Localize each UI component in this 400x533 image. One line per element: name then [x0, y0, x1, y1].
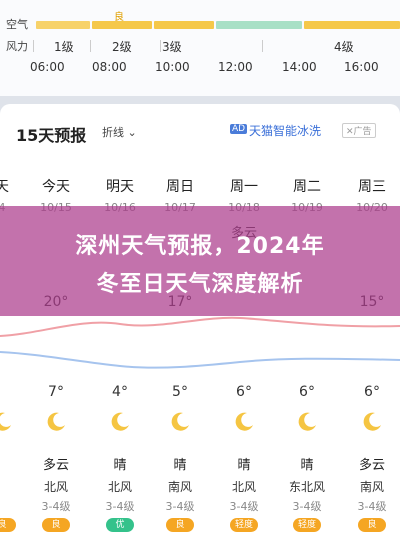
night-condition: 多云 — [358, 458, 385, 473]
aqi-bar — [154, 21, 214, 29]
hour-label: 12:00 — [218, 60, 253, 74]
moon-icon — [363, 412, 381, 431]
hour-label: 06:00 — [30, 60, 65, 74]
low-temp: 4° — [112, 384, 128, 400]
hour-label: 14:00 — [282, 60, 317, 74]
aqi-bar — [216, 21, 302, 29]
wind-level: 4级 — [334, 40, 354, 54]
night-condition: 晴 — [237, 458, 251, 473]
moon-icon — [0, 412, 11, 431]
moon-icon — [111, 412, 129, 431]
wind-direction: 北风 — [43, 480, 68, 494]
low-temp: 6° — [236, 384, 252, 400]
hourly-card: 空气 风力 良 1级 2级 3级 4级 06:00 08:00 10:00 12… — [0, 0, 400, 96]
air-quality-badge: 良 — [42, 518, 70, 532]
low-temp-line — [0, 351, 400, 369]
wind-level: 2级 — [112, 40, 132, 54]
wind-direction: 北风 — [231, 480, 256, 494]
air-quality-badge: 良 — [358, 518, 386, 532]
wind-level: 3-4级 — [229, 500, 259, 513]
wind-level: 3-4级 — [105, 500, 135, 513]
wind-direction: 南风 — [359, 480, 384, 494]
day-name: 周二 — [293, 179, 321, 195]
tick — [262, 40, 263, 52]
day-name: 周一 — [230, 179, 258, 195]
wind-direction: 南风 — [167, 480, 192, 494]
banner-title-line2: 冬至日天气深度解析 — [96, 272, 304, 297]
wind-level: 3-4级 — [292, 500, 322, 513]
day-name: 明天 — [106, 179, 134, 195]
low-temp: 6° — [299, 384, 315, 400]
wind-direction: 东北风 — [288, 480, 325, 494]
air-quality-badge: 优 — [106, 518, 134, 532]
tick — [160, 40, 161, 52]
wind-level: 3-4级 — [41, 500, 71, 513]
night-condition: 晴 — [300, 458, 314, 473]
wind-level: 3-4级 — [165, 500, 195, 513]
night-condition: 晴 — [113, 458, 127, 473]
high-temp-line — [0, 316, 400, 337]
aqi-bar — [304, 21, 400, 29]
moon-icon — [298, 412, 316, 431]
air-quality-badge: 轻度 — [293, 518, 321, 532]
forecast-card: 15天预报 折线 ⌄ AD 天猫智能冰洗 ✕广告 天4良今天10/1520°7°… — [0, 104, 400, 533]
moon-icon — [235, 412, 253, 431]
air-quality-badge: 良 — [166, 518, 194, 532]
tick — [33, 40, 34, 52]
aqi-bar — [92, 21, 152, 29]
air-quality-badge: 良 — [0, 518, 16, 532]
moon-icon — [171, 412, 189, 431]
wind-row-label: 风力 — [6, 40, 28, 53]
low-temp: 6° — [364, 384, 380, 400]
night-condition: 多云 — [42, 458, 69, 473]
aqi-bar — [36, 21, 90, 29]
low-temp: 5° — [172, 384, 188, 400]
banner-title-line1: 深州天气预报，2024年 — [75, 234, 325, 259]
hour-label: 10:00 — [155, 60, 190, 74]
air-quality-badge: 轻度 — [230, 518, 258, 532]
day-name: 今天 — [42, 179, 70, 195]
headline-banner: 深州天气预报，2024年 冬至日天气深度解析 — [0, 206, 400, 316]
moon-icon — [47, 412, 65, 431]
wind-level: 1级 — [54, 40, 74, 54]
wind-level: 3-4级 — [357, 500, 387, 513]
day-name: 周日 — [166, 179, 194, 195]
tick — [90, 40, 91, 52]
hour-label: 08:00 — [92, 60, 127, 74]
night-condition: 晴 — [173, 458, 187, 473]
wind-level: 3级 — [162, 40, 182, 54]
day-name: 周三 — [358, 179, 386, 195]
hour-label: 16:00 — [344, 60, 379, 74]
aqi-row-label: 空气 — [6, 18, 28, 31]
low-temp: 7° — [48, 384, 64, 400]
wind-direction: 北风 — [107, 480, 132, 494]
